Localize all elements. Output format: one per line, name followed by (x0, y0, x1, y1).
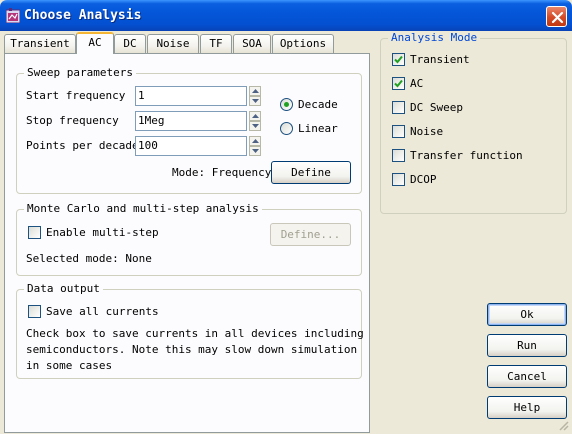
analysis-mode-group: Analysis Mode Transient AC DC Sweep Nois… (380, 31, 567, 214)
arrow-down-icon (252, 99, 259, 103)
data-output-note-line: Check box to save currents in all device… (26, 327, 364, 340)
points-per-decade-spinner[interactable] (249, 136, 261, 156)
transient-checkbox[interactable] (392, 53, 405, 66)
dc-sweep-label: DC Sweep (410, 101, 463, 114)
data-output-note-line: semiconductors. Note this may slow down … (26, 343, 358, 356)
start-frequency-label: Start frequency (26, 89, 126, 102)
tab-label: AC (88, 36, 102, 49)
dcop-label: DCOP (410, 173, 437, 186)
group-title: Analysis Mode (388, 31, 481, 44)
transfer-function-label: Transfer function (410, 149, 523, 162)
transfer-function-checkbox[interactable] (392, 149, 405, 162)
transient-label: Transient (410, 53, 470, 66)
ac-tab-panel: Sweep parameters Start frequency 1 Stop … (4, 53, 370, 433)
noise-checkbox[interactable] (392, 125, 405, 138)
spin-up-button[interactable] (249, 136, 261, 146)
enable-multistep-label: Enable multi-step (46, 226, 159, 239)
multistep-define-button[interactable]: Define... (270, 223, 351, 246)
ac-checkbox[interactable] (392, 77, 405, 90)
save-all-currents-label: Save all currents (46, 305, 159, 318)
app-icon (5, 8, 21, 24)
tab-dc[interactable]: DC (114, 34, 146, 53)
tab-noise[interactable]: Noise (147, 34, 199, 53)
tab-label: Transient (10, 37, 70, 50)
linear-radio[interactable] (280, 122, 293, 135)
stop-frequency-spinner[interactable] (249, 111, 261, 131)
start-frequency-input[interactable]: 1 (135, 86, 247, 106)
points-per-decade-label: Points per decade (26, 139, 139, 152)
checkmark-icon (394, 79, 403, 88)
arrow-up-icon (252, 114, 259, 118)
points-per-decade-input[interactable]: 100 (135, 136, 247, 156)
cancel-button[interactable]: Cancel (487, 365, 567, 388)
ac-label: AC (410, 77, 424, 90)
title-bar[interactable]: Choose Analysis (0, 0, 572, 31)
dcop-checkbox[interactable] (392, 173, 405, 186)
spin-down-button[interactable] (249, 146, 261, 156)
stop-frequency-label: Stop frequency (26, 114, 119, 127)
group-title: Data output (24, 282, 103, 295)
data-output-note-line: in some cases (26, 359, 113, 372)
group-title: Monte Carlo and multi-step analysis (24, 202, 262, 215)
spin-down-button[interactable] (249, 121, 261, 131)
arrow-up-icon (252, 139, 259, 143)
arrow-up-icon (252, 89, 259, 93)
tab-label: Options (279, 37, 327, 50)
data-output-group: Data output Save all currents Check box … (16, 282, 364, 379)
decade-radio[interactable] (280, 98, 293, 111)
group-title: Sweep parameters (24, 66, 136, 79)
radio-selected-dot (284, 102, 289, 107)
window-title: Choose Analysis (24, 8, 142, 23)
sweep-parameters-group: Sweep parameters Start frequency 1 Stop … (16, 66, 362, 194)
ok-button[interactable]: Ok (487, 303, 567, 326)
tab-options[interactable]: Options (272, 34, 334, 53)
checkmark-icon (394, 55, 403, 64)
spin-up-button[interactable] (249, 111, 261, 121)
dc-sweep-checkbox[interactable] (392, 101, 405, 114)
close-button[interactable] (546, 6, 567, 27)
noise-label: Noise (410, 125, 444, 138)
tab-ac[interactable]: AC (76, 32, 114, 54)
linear-label: Linear (298, 122, 338, 135)
tab-label: SOA (242, 37, 262, 50)
run-button[interactable]: Run (487, 334, 567, 357)
close-icon (551, 11, 564, 24)
tab-transient[interactable]: Transient (4, 34, 76, 53)
save-all-currents-checkbox[interactable] (28, 305, 41, 318)
tab-tf[interactable]: TF (200, 34, 232, 53)
stop-frequency-input[interactable]: 1Meg (135, 111, 247, 131)
choose-analysis-dialog: Choose Analysis Transient AC DC Noise TF… (0, 0, 572, 434)
define-button[interactable]: Define (271, 161, 351, 184)
tab-label: DC (123, 37, 137, 50)
start-frequency-spinner[interactable] (249, 86, 261, 106)
tab-label: TF (209, 37, 223, 50)
arrow-down-icon (252, 124, 259, 128)
spin-down-button[interactable] (249, 96, 261, 106)
mode-text: Mode: Frequency (172, 166, 272, 179)
tab-label: Noise (156, 37, 190, 50)
help-button[interactable]: Help (487, 396, 567, 419)
tab-soa[interactable]: SOA (233, 34, 271, 53)
selected-mode-text: Selected mode: None (26, 252, 152, 265)
monte-carlo-group: Monte Carlo and multi-step analysis Enab… (16, 202, 362, 276)
resize-grip-icon[interactable] (557, 419, 569, 431)
decade-label: Decade (298, 98, 338, 111)
spin-up-button[interactable] (249, 86, 261, 96)
enable-multistep-checkbox[interactable] (28, 226, 41, 239)
arrow-down-icon (252, 149, 259, 153)
